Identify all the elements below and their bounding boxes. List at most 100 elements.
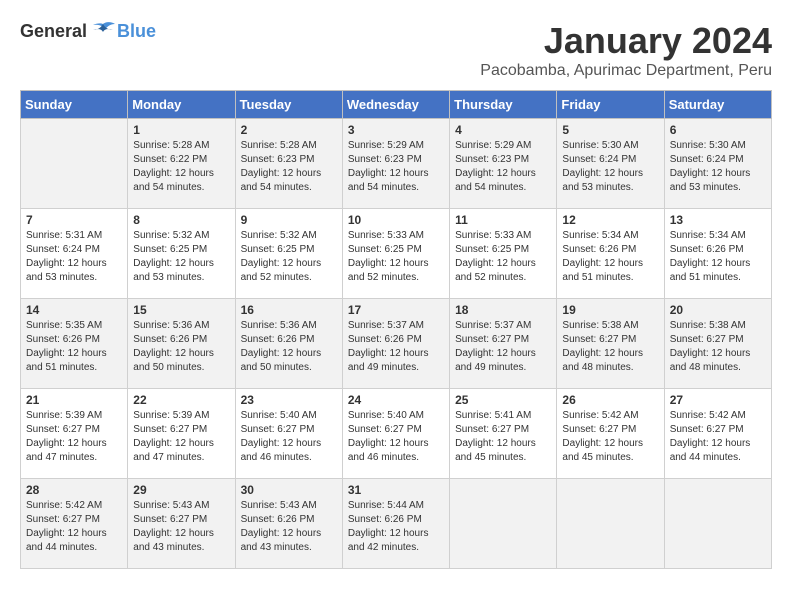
day-info: Sunrise: 5:30 AM Sunset: 6:24 PM Dayligh… [562,139,658,195]
calendar-cell: 12 Sunrise: 5:34 AM Sunset: 6:26 PM Dayli… [557,209,664,299]
day-info: Sunrise: 5:34 AM Sunset: 6:26 PM Dayligh… [670,229,766,285]
day-info: Sunrise: 5:37 AM Sunset: 6:27 PM Dayligh… [455,319,551,375]
day-number: 10 [348,213,444,227]
day-number: 7 [26,213,122,227]
title-section: January 2024 Pacobamba, Apurimac Departm… [480,20,772,80]
weekday-header: Thursday [450,91,557,119]
day-number: 14 [26,303,122,317]
calendar-cell [557,479,664,569]
day-number: 12 [562,213,658,227]
calendar-cell: 22Sunrise: 5:39 AM Sunset: 6:27 PM Dayli… [128,389,235,479]
calendar-cell: 10 Sunrise: 5:33 AM Sunset: 6:25 PM Dayli… [342,209,449,299]
day-info: Sunrise: 5:44 AM Sunset: 6:26 PM Dayligh… [348,499,444,555]
weekday-header: Tuesday [235,91,342,119]
day-number: 19 [562,303,658,317]
day-info: Sunrise: 5:40 AM Sunset: 6:27 PM Dayligh… [241,409,337,465]
calendar-week-row: 21 Sunrise: 5:39 AM Sunset: 6:27 PM Dayli… [21,389,772,479]
calendar-cell: 9 Sunrise: 5:32 AM Sunset: 6:25 PM Daylig… [235,209,342,299]
day-info: Sunrise: 5:40 AM Sunset: 6:27 PM Dayligh… [348,409,444,465]
day-info: Sunrise: 5:33 AM Sunset: 6:25 PM Dayligh… [455,229,551,285]
day-number: 21 [26,393,122,407]
day-number: 8 [133,213,229,227]
day-info: Sunrise: 5:43 AM Sunset: 6:26 PM Dayligh… [241,499,337,555]
calendar-cell: 30Sunrise: 5:43 AM Sunset: 6:26 PM Dayli… [235,479,342,569]
calendar-cell: 31Sunrise: 5:44 AM Sunset: 6:26 PM Dayli… [342,479,449,569]
day-number: 9 [241,213,337,227]
calendar-cell: 15Sunrise: 5:36 AM Sunset: 6:26 PM Dayli… [128,299,235,389]
day-number: 16 [241,303,337,317]
day-info: Sunrise: 5:34 AM Sunset: 6:26 PM Dayligh… [562,229,658,285]
day-number: 20 [670,303,766,317]
calendar-cell: 3 Sunrise: 5:29 AM Sunset: 6:23 PM Daylig… [342,119,449,209]
day-number: 24 [348,393,444,407]
calendar-week-row: 7 Sunrise: 5:31 AM Sunset: 6:24 PM Daylig… [21,209,772,299]
day-info: Sunrise: 5:31 AM Sunset: 6:24 PM Dayligh… [26,229,122,285]
day-info: Sunrise: 5:33 AM Sunset: 6:25 PM Dayligh… [348,229,444,285]
day-info: Sunrise: 5:42 AM Sunset: 6:27 PM Dayligh… [562,409,658,465]
day-info: Sunrise: 5:29 AM Sunset: 6:23 PM Dayligh… [348,139,444,195]
calendar-cell: 6Sunrise: 5:30 AM Sunset: 6:24 PM Daylig… [664,119,771,209]
day-number: 26 [562,393,658,407]
calendar-cell: 18Sunrise: 5:37 AM Sunset: 6:27 PM Dayli… [450,299,557,389]
calendar-cell: 13 Sunrise: 5:34 AM Sunset: 6:26 PM Dayli… [664,209,771,299]
day-number: 25 [455,393,551,407]
calendar-cell [450,479,557,569]
weekday-header: Friday [557,91,664,119]
weekday-header: Wednesday [342,91,449,119]
day-number: 29 [133,483,229,497]
calendar-cell: 2 Sunrise: 5:28 AM Sunset: 6:23 PM Daylig… [235,119,342,209]
calendar-cell: 14 Sunrise: 5:35 AM Sunset: 6:26 PM Dayli… [21,299,128,389]
calendar-cell: 27 Sunrise: 5:42 AM Sunset: 6:27 PM Dayli… [664,389,771,479]
day-number: 22 [133,393,229,407]
day-number: 2 [241,123,337,137]
day-info: Sunrise: 5:36 AM Sunset: 6:26 PM Dayligh… [241,319,337,375]
calendar-header-row: SundayMondayTuesdayWednesdayThursdayFrid… [21,91,772,119]
calendar-week-row: 1Sunrise: 5:28 AM Sunset: 6:22 PM Daylig… [21,119,772,209]
day-number: 1 [133,123,229,137]
calendar-cell: 8Sunrise: 5:32 AM Sunset: 6:25 PM Daylig… [128,209,235,299]
day-info: Sunrise: 5:42 AM Sunset: 6:27 PM Dayligh… [26,499,122,555]
calendar-cell: 5 Sunrise: 5:30 AM Sunset: 6:24 PM Daylig… [557,119,664,209]
day-info: Sunrise: 5:39 AM Sunset: 6:27 PM Dayligh… [26,409,122,465]
calendar-table: SundayMondayTuesdayWednesdayThursdayFrid… [20,90,772,569]
day-number: 13 [670,213,766,227]
weekday-header: Saturday [664,91,771,119]
day-info: Sunrise: 5:32 AM Sunset: 6:25 PM Dayligh… [241,229,337,285]
calendar-cell: 16 Sunrise: 5:36 AM Sunset: 6:26 PM Dayli… [235,299,342,389]
calendar-week-row: 28Sunrise: 5:42 AM Sunset: 6:27 PM Dayli… [21,479,772,569]
page-header: General Blue January 2024 Pacobamba, Apu… [20,20,772,80]
calendar-cell: 28Sunrise: 5:42 AM Sunset: 6:27 PM Dayli… [21,479,128,569]
day-info: Sunrise: 5:42 AM Sunset: 6:27 PM Dayligh… [670,409,766,465]
day-info: Sunrise: 5:29 AM Sunset: 6:23 PM Dayligh… [455,139,551,195]
day-info: Sunrise: 5:41 AM Sunset: 6:27 PM Dayligh… [455,409,551,465]
day-number: 4 [455,123,551,137]
location-title: Pacobamba, Apurimac Department, Peru [480,62,772,80]
logo: General Blue [20,20,156,42]
logo-bird-icon [89,20,117,42]
day-number: 15 [133,303,229,317]
day-number: 3 [348,123,444,137]
day-number: 27 [670,393,766,407]
calendar-cell [664,479,771,569]
day-info: Sunrise: 5:43 AM Sunset: 6:27 PM Dayligh… [133,499,229,555]
day-info: Sunrise: 5:37 AM Sunset: 6:26 PM Dayligh… [348,319,444,375]
logo-general-text: General [20,21,87,42]
calendar-cell: 26 Sunrise: 5:42 AM Sunset: 6:27 PM Dayli… [557,389,664,479]
calendar-cell: 23Sunrise: 5:40 AM Sunset: 6:27 PM Dayli… [235,389,342,479]
day-number: 5 [562,123,658,137]
day-info: Sunrise: 5:38 AM Sunset: 6:27 PM Dayligh… [670,319,766,375]
day-info: Sunrise: 5:35 AM Sunset: 6:26 PM Dayligh… [26,319,122,375]
day-info: Sunrise: 5:38 AM Sunset: 6:27 PM Dayligh… [562,319,658,375]
day-info: Sunrise: 5:28 AM Sunset: 6:23 PM Dayligh… [241,139,337,195]
calendar-cell: 21 Sunrise: 5:39 AM Sunset: 6:27 PM Dayli… [21,389,128,479]
month-title: January 2024 [480,20,772,62]
logo-blue-text: Blue [117,21,156,42]
calendar-cell: 25 Sunrise: 5:41 AM Sunset: 6:27 PM Dayli… [450,389,557,479]
weekday-header: Sunday [21,91,128,119]
calendar-cell: 24 Sunrise: 5:40 AM Sunset: 6:27 PM Dayli… [342,389,449,479]
calendar-cell: 20 Sunrise: 5:38 AM Sunset: 6:27 PM Dayli… [664,299,771,389]
calendar-cell: 19 Sunrise: 5:38 AM Sunset: 6:27 PM Dayli… [557,299,664,389]
calendar-week-row: 14 Sunrise: 5:35 AM Sunset: 6:26 PM Dayli… [21,299,772,389]
calendar-cell [21,119,128,209]
calendar-cell: 29 Sunrise: 5:43 AM Sunset: 6:27 PM Dayli… [128,479,235,569]
